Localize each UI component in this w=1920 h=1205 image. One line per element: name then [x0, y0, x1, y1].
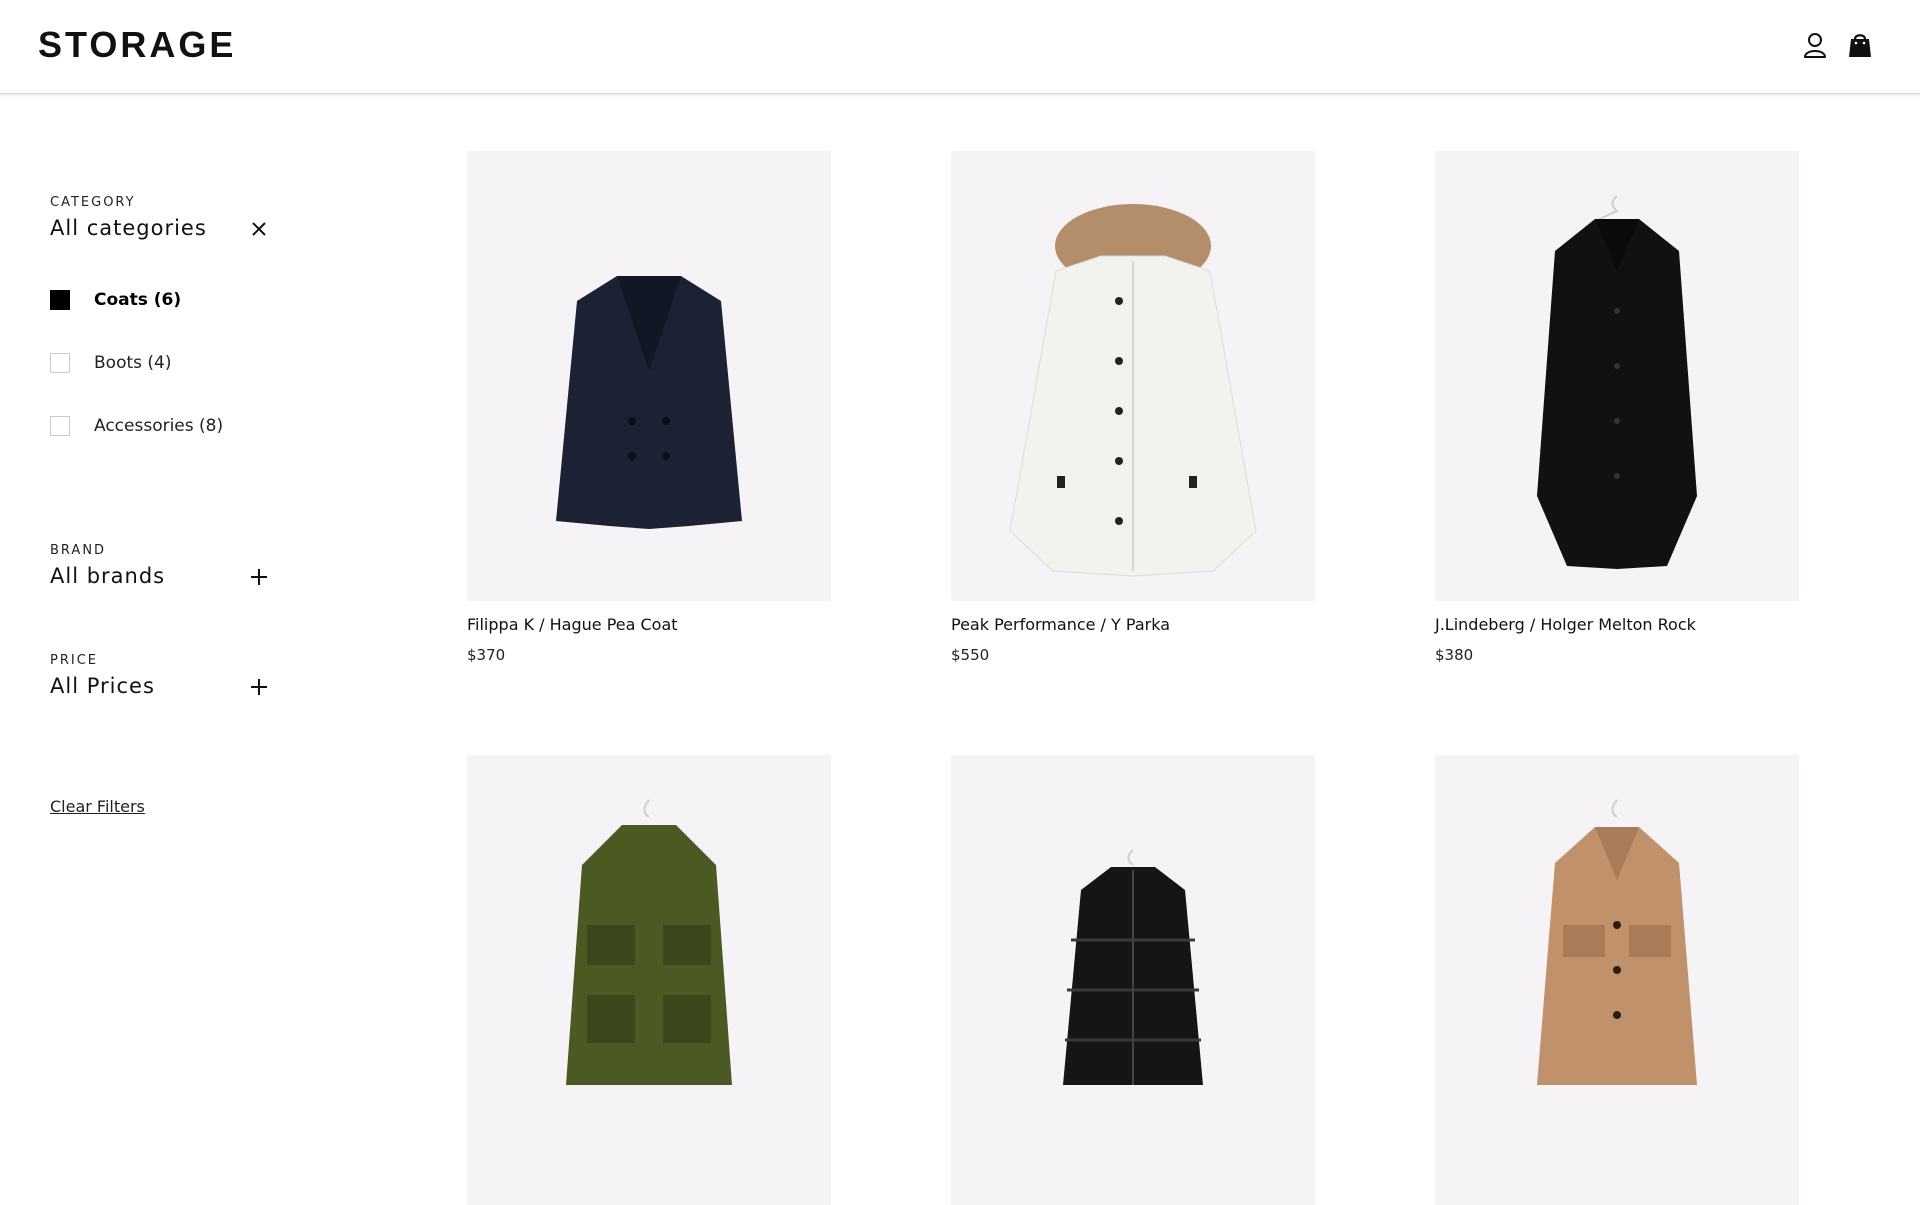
product-card[interactable] [467, 755, 831, 1205]
checkbox[interactable] [50, 416, 70, 436]
product-name[interactable]: J.Lindeberg / Holger Melton Rock [1435, 615, 1799, 634]
product-price: $380 [1435, 646, 1474, 664]
price-filter-label: PRICE [50, 653, 98, 668]
brand-filter-value[interactable]: All brands [50, 564, 270, 588]
brand-filter-label: BRAND [50, 543, 107, 558]
brand-filter: BRAND All brands [50, 543, 270, 588]
product-card[interactable] [951, 755, 1315, 1205]
product-image[interactable] [951, 755, 1315, 1205]
category-option-label: Coats (6) [94, 290, 182, 310]
category-filter: CATEGORY All categories [50, 195, 270, 240]
category-option-label: Accessories (8) [94, 416, 224, 436]
shopping-bag-icon[interactable] [1845, 30, 1875, 60]
product-card[interactable] [1435, 755, 1799, 1205]
product-name[interactable]: Filippa K / Hague Pea Coat [467, 615, 831, 634]
product-image[interactable] [1435, 755, 1799, 1205]
plus-icon[interactable] [248, 676, 270, 698]
product-card[interactable]: Peak Performance / Y Parka $550 [951, 151, 1315, 664]
close-icon[interactable] [248, 218, 270, 240]
price-filter-value[interactable]: All Prices [50, 674, 270, 698]
checkbox[interactable] [50, 290, 70, 310]
category-option-boots[interactable]: Boots (4) [50, 353, 171, 373]
category-option-label: Boots (4) [94, 353, 172, 373]
category-filter-value[interactable]: All categories [50, 216, 270, 240]
category-filter-label: CATEGORY [50, 195, 136, 210]
product-name[interactable]: Peak Performance / Y Parka [951, 615, 1315, 634]
product-card[interactable]: J.Lindeberg / Holger Melton Rock $380 [1435, 151, 1799, 664]
account-icon[interactable] [1800, 30, 1830, 60]
checkbox[interactable] [50, 353, 70, 373]
product-price: $550 [951, 646, 990, 664]
product-image[interactable] [467, 755, 831, 1205]
price-filter: PRICE All Prices [50, 653, 270, 698]
category-option-coats[interactable]: Coats (6) [50, 290, 181, 310]
product-price: $370 [467, 646, 506, 664]
clear-filters-link[interactable]: Clear Filters [50, 797, 145, 816]
product-image[interactable] [467, 151, 831, 601]
product-image[interactable] [951, 151, 1315, 601]
product-image[interactable] [1435, 151, 1799, 601]
site-header: STORAGE [0, 0, 1920, 94]
plus-icon[interactable] [248, 566, 270, 588]
category-option-accessories[interactable]: Accessories (8) [50, 416, 223, 436]
site-logo[interactable]: STORAGE [38, 24, 236, 66]
product-card[interactable]: Filippa K / Hague Pea Coat $370 [467, 151, 831, 664]
